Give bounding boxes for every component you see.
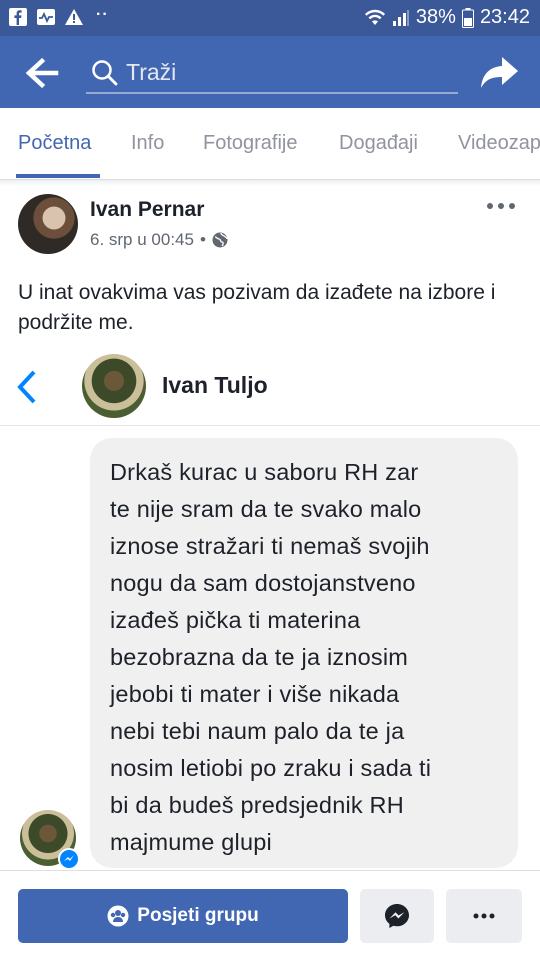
search-input[interactable] [126, 56, 446, 88]
arrow-left-icon [25, 57, 59, 89]
notification-icons: ·· [8, 6, 109, 27]
globe-icon [212, 232, 228, 248]
tab-info[interactable]: Info [131, 132, 164, 155]
message-line: bi da budeš predsjednik RH [110, 792, 404, 818]
shared-image-messenger-header: Ivan Tuljo [0, 346, 540, 426]
post-text: U inat ovakvima vas pozivam da izađete n… [18, 281, 496, 334]
warning-icon [65, 9, 83, 25]
post-meta: 6. srp u 00:45 • [90, 230, 228, 250]
more-horizontal-icon [473, 913, 495, 919]
back-button[interactable] [22, 56, 62, 90]
share-button[interactable] [480, 54, 520, 92]
wifi-icon [364, 9, 385, 25]
post-date[interactable]: 6. srp u 00:45 [90, 230, 194, 250]
tab-pocetna[interactable]: Početna [18, 132, 91, 155]
messenger-icon [385, 904, 409, 928]
message-line: iznose stražari ti nemaš svojih [110, 533, 430, 559]
contact-name: Ivan Tuljo [162, 372, 268, 398]
battery-percent: 38% [415, 6, 456, 28]
message-line: te nije sram da te svako malo [110, 496, 422, 522]
more-actions-button[interactable] [446, 889, 522, 943]
tab-fotografije[interactable]: Fotografije [203, 132, 298, 155]
post-author[interactable]: Ivan Pernar [90, 198, 204, 222]
search-icon [92, 60, 118, 86]
messenger-bolt-icon [64, 855, 74, 861]
message-line: bezobrazna da te ja iznosim [110, 644, 409, 670]
visit-group-button[interactable]: Posjeti grupu [18, 889, 348, 943]
action-bar: Posjeti grupu [0, 870, 540, 960]
clock: 23:42 [479, 6, 530, 28]
more-horizontal-icon [487, 203, 515, 209]
divider [0, 180, 540, 186]
app-header [0, 36, 540, 108]
message-button[interactable] [360, 889, 434, 943]
visit-group-label: Posjeti grupu [137, 905, 259, 926]
message-line: majmume glupi [110, 829, 272, 855]
more-notifications-indicator: ·· [96, 6, 109, 23]
search-bar[interactable] [86, 52, 458, 94]
page-tabs: Početna Info Fotografije Događaji Videoz… [0, 108, 540, 180]
message-line: izađeš pička ti materina [110, 607, 361, 633]
message-line: Drkaš kurac u saboru RH zar [110, 459, 419, 485]
share-arrow-icon [481, 57, 518, 88]
chevron-left-icon [17, 370, 36, 404]
active-tab-indicator [16, 174, 100, 178]
message-line: nosim letiobi po zraku i sada ti [110, 755, 432, 781]
tab-videozapisi[interactable]: Videozap [458, 132, 540, 155]
message-line: jebobi ti mater i više nikada [110, 681, 400, 707]
meta-separator: • [199, 230, 206, 249]
author-avatar[interactable] [18, 194, 78, 254]
message-bubble: Drkaš kurac u saboru RH zar te nije sram … [90, 438, 518, 868]
system-indicators: 38% 23:42 [364, 6, 530, 29]
signal-icon [392, 9, 409, 26]
contact-avatar [82, 354, 146, 418]
message-line: nogu da sam dostojanstveno [110, 570, 416, 596]
battery-icon [461, 7, 474, 28]
status-bar: ·· 38% 23:42 [0, 0, 540, 36]
facebook-notification-icon [9, 8, 27, 26]
message-line: nebi tebi naum palo da te ja [110, 718, 405, 744]
health-app-icon [37, 9, 55, 25]
tab-dogadaji[interactable]: Događaji [339, 132, 418, 155]
post-options-button[interactable] [486, 196, 516, 216]
messenger-badge-icon [58, 848, 80, 870]
group-icon [107, 905, 129, 927]
message-text: Drkaš kurac u saboru RH zar te nije sram … [110, 454, 504, 861]
